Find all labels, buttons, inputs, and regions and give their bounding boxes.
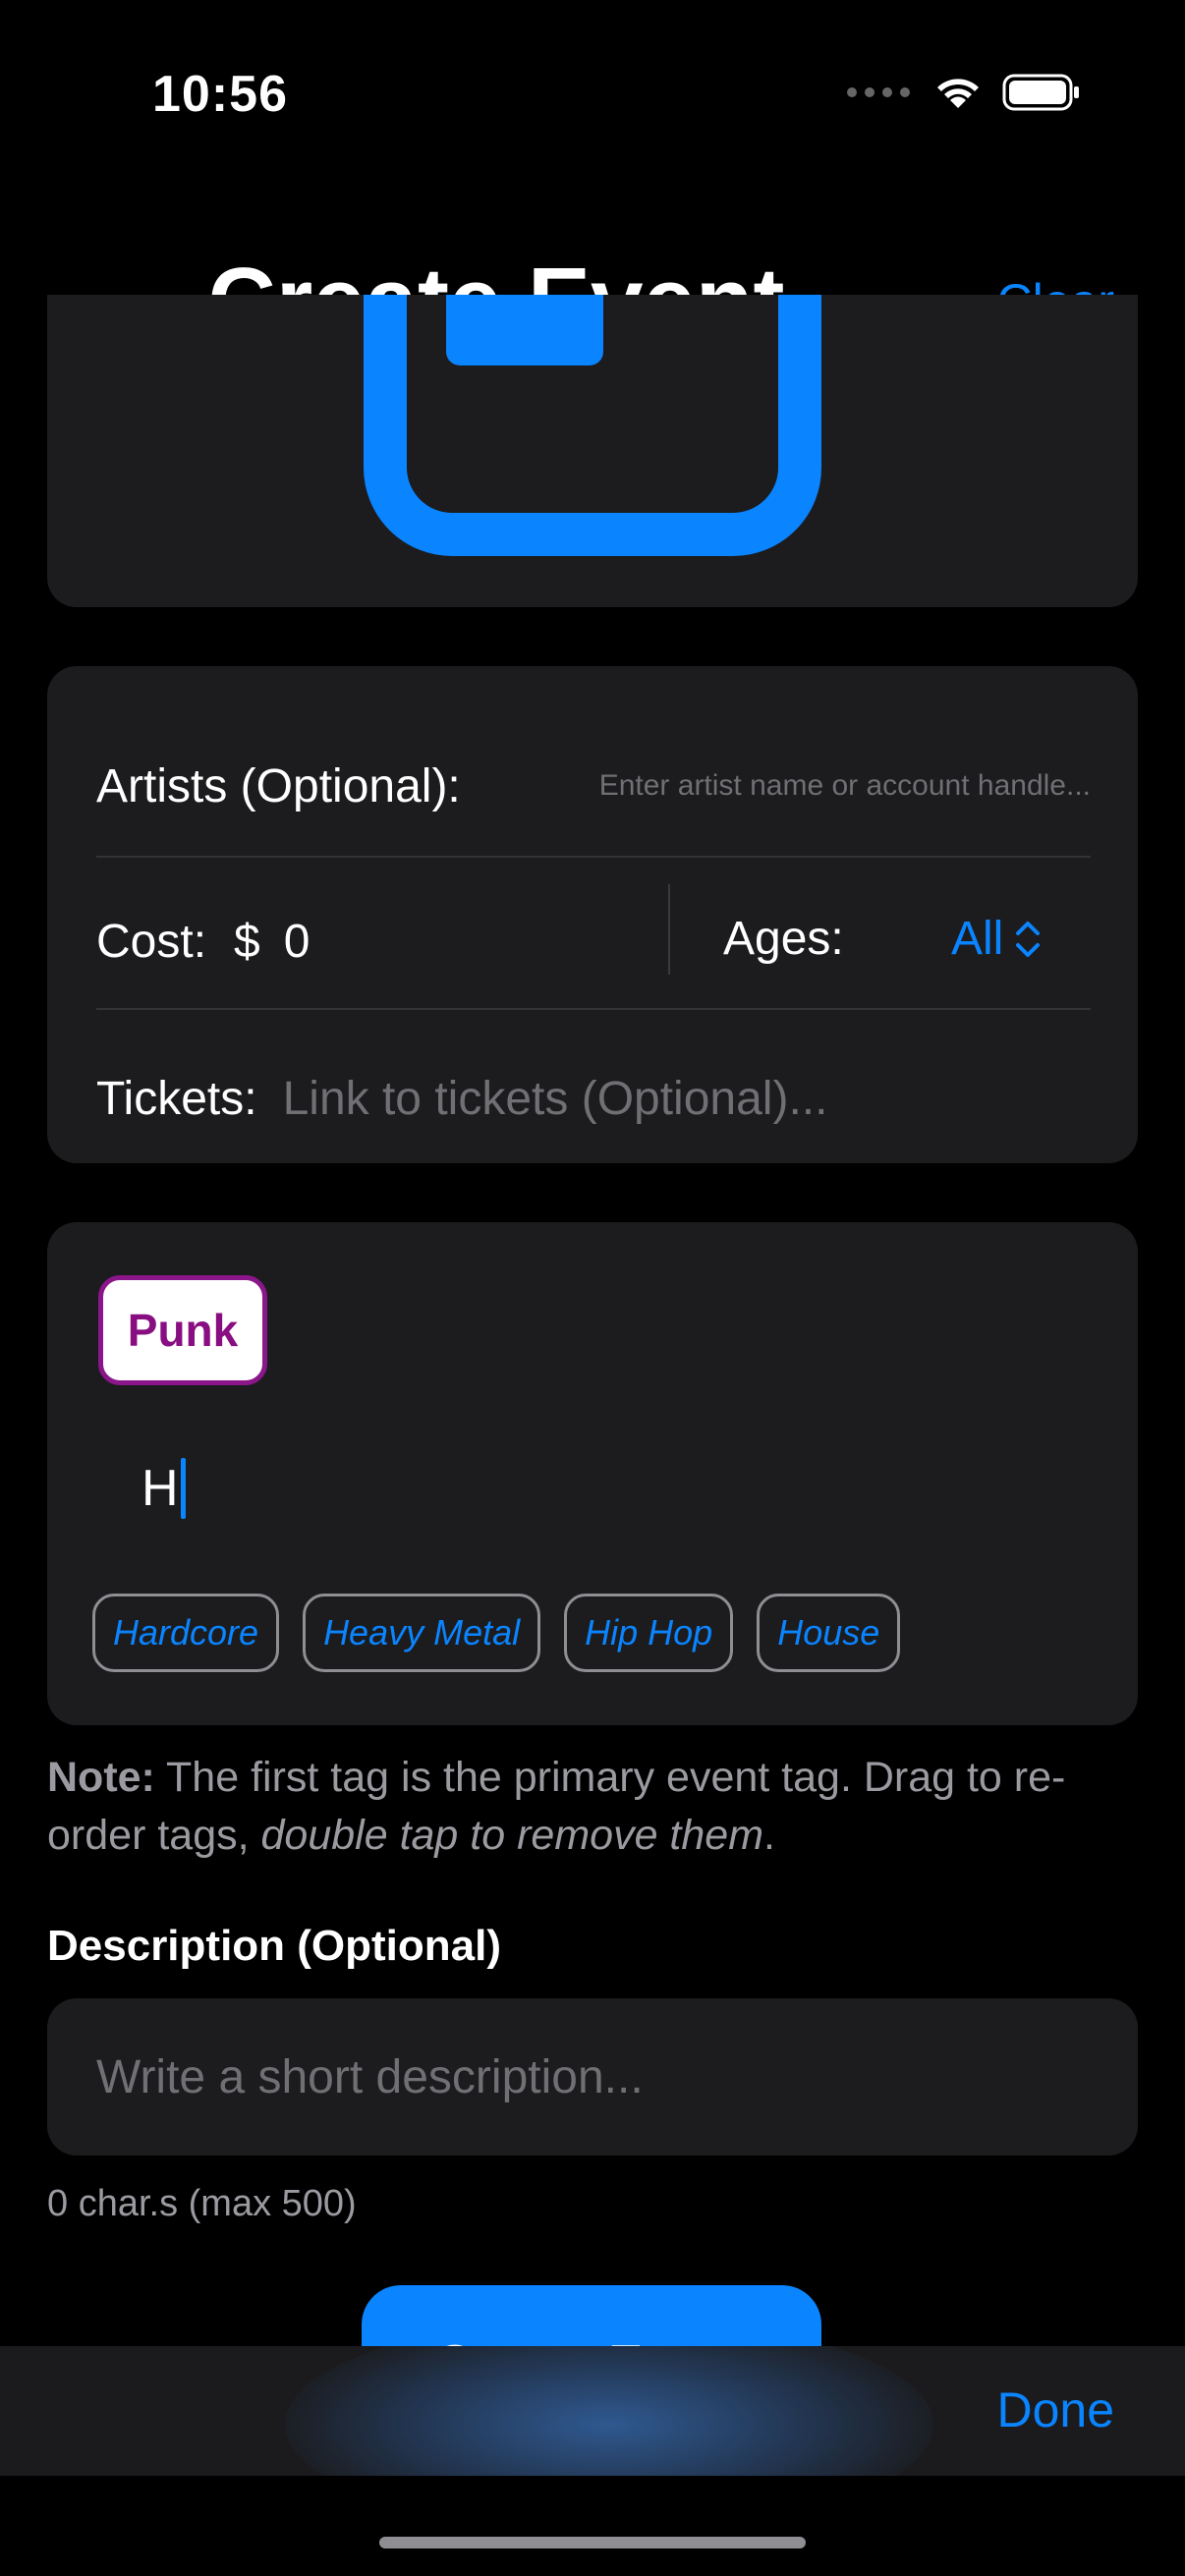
ages-label: Ages: xyxy=(723,913,844,965)
tickets-row: Tickets: Link to tickets (Optional)... xyxy=(96,1069,1091,1128)
cost-label: Cost: xyxy=(96,915,207,968)
event-details-card: Artists (Optional): Enter artist name or… xyxy=(47,666,1138,1163)
note-emphasis: double tap to remove them xyxy=(260,1812,764,1859)
artists-row: Artists (Optional): Enter artist name or… xyxy=(96,756,1091,815)
description-label: Description (Optional) xyxy=(47,1922,501,1970)
tickets-label: Tickets: xyxy=(96,1072,257,1125)
image-icon-detail xyxy=(446,295,603,365)
divider xyxy=(96,856,1091,858)
primary-tag[interactable]: Punk xyxy=(98,1275,267,1385)
ages-value: All xyxy=(951,913,1004,965)
battery-icon xyxy=(1002,74,1079,111)
tags-card: Punk H Hardcore Heavy Metal Hip Hop Hous… xyxy=(47,1222,1138,1725)
artists-label: Artists (Optional): xyxy=(96,759,461,812)
divider xyxy=(96,1008,1091,1010)
tag-suggestion-hip-hop[interactable]: Hip Hop xyxy=(564,1594,734,1672)
note-suffix: . xyxy=(763,1812,775,1859)
keyboard-toolbar: Done xyxy=(0,2346,1185,2476)
note-prefix: Note: xyxy=(47,1754,155,1801)
description-input[interactable]: Write a short description... xyxy=(47,1998,1138,2156)
text-cursor xyxy=(180,1458,186,1519)
done-button[interactable]: Done xyxy=(996,2381,1114,2438)
tag-input-text: H xyxy=(141,1460,179,1517)
status-time: 10:56 xyxy=(152,66,288,123)
tag-input[interactable]: H xyxy=(141,1458,186,1519)
cellular-signal-icon xyxy=(847,87,910,97)
tags-note: Note: The first tag is the primary event… xyxy=(47,1749,1138,1865)
cost-input[interactable]: 0 xyxy=(284,915,310,969)
tag-suggestion-hardcore[interactable]: Hardcore xyxy=(92,1594,280,1672)
currency-symbol: $ xyxy=(234,915,260,968)
artists-input[interactable]: Enter artist name or account handle... xyxy=(599,769,1091,803)
wifi-icon xyxy=(937,79,979,108)
chevron-up-down-icon xyxy=(1016,921,1041,957)
status-indicators xyxy=(847,73,1081,112)
screen: 10:56 Create Event Clear Artists (Option… xyxy=(0,0,1185,2576)
char-count: 0 char.s (max 500) xyxy=(47,2183,357,2224)
tag-suggestion-house[interactable]: House xyxy=(757,1594,901,1672)
tag-suggestion-heavy-metal[interactable]: Heavy Metal xyxy=(303,1594,541,1672)
cost-row: Cost: $ 0 xyxy=(96,912,1091,971)
toolbar-glow xyxy=(285,2346,933,2476)
event-image-card[interactable] xyxy=(47,295,1138,607)
tag-suggestions: Hardcore Heavy Metal Hip Hop House xyxy=(92,1594,901,1672)
ages-picker[interactable]: All xyxy=(951,912,1041,966)
vertical-divider xyxy=(668,884,670,975)
home-indicator[interactable] xyxy=(379,2537,806,2548)
tickets-input[interactable]: Link to tickets (Optional)... xyxy=(283,1072,828,1126)
